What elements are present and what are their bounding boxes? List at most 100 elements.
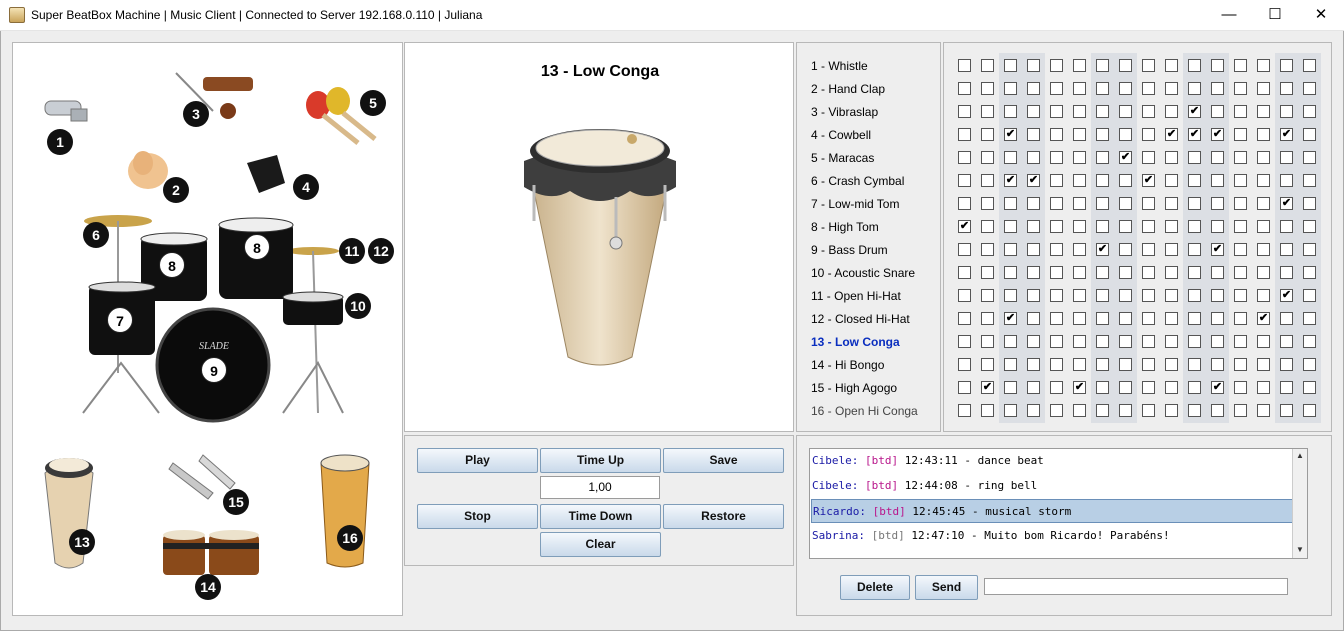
marker-6[interactable]: 6 <box>83 222 109 248</box>
beat-checkbox[interactable] <box>1004 335 1017 348</box>
marker-15[interactable]: 15 <box>223 489 249 515</box>
beat-checkbox[interactable] <box>1142 358 1155 371</box>
beat-checkbox[interactable] <box>1211 404 1224 417</box>
beat-checkbox[interactable] <box>1234 174 1247 187</box>
beat-checkbox[interactable] <box>1257 404 1270 417</box>
scroll-down-icon[interactable]: ▼ <box>1296 545 1304 554</box>
marker-9[interactable]: 9 <box>201 357 227 383</box>
beat-checkbox[interactable] <box>1234 151 1247 164</box>
beat-checkbox[interactable] <box>1280 404 1293 417</box>
beat-checkbox[interactable] <box>1096 151 1109 164</box>
delete-button[interactable]: Delete <box>840 575 910 600</box>
chat-message[interactable]: Ricardo: [btd] 12:45:45 - musical storm <box>811 499 1305 523</box>
beat-checkbox[interactable] <box>1211 266 1224 279</box>
marker-14[interactable]: 14 <box>195 574 221 600</box>
beat-checkbox[interactable] <box>1257 151 1270 164</box>
beat-checkbox[interactable] <box>1303 59 1316 72</box>
beat-checkbox[interactable] <box>1257 289 1270 302</box>
beat-checkbox[interactable]: ✔ <box>1188 105 1201 118</box>
beat-checkbox[interactable] <box>1188 220 1201 233</box>
instrument-name-7[interactable]: 7 - Low-mid Tom <box>811 197 899 211</box>
beat-checkbox[interactable] <box>1165 220 1178 233</box>
beat-checkbox[interactable] <box>1303 266 1316 279</box>
beat-checkbox[interactable] <box>1027 105 1040 118</box>
beat-checkbox[interactable] <box>1096 335 1109 348</box>
save-button[interactable]: Save <box>663 448 784 473</box>
beat-checkbox[interactable] <box>1165 289 1178 302</box>
scrollbar[interactable]: ▲ ▼ <box>1292 449 1307 558</box>
beat-checkbox[interactable] <box>1004 105 1017 118</box>
beat-checkbox[interactable] <box>1211 174 1224 187</box>
beat-checkbox[interactable] <box>1280 358 1293 371</box>
beat-checkbox[interactable] <box>1027 358 1040 371</box>
beat-checkbox[interactable] <box>1073 289 1086 302</box>
beat-checkbox[interactable] <box>1119 266 1132 279</box>
beat-checkbox[interactable] <box>1096 197 1109 210</box>
beat-checkbox[interactable]: ✔ <box>1096 243 1109 256</box>
beat-checkbox[interactable] <box>1188 358 1201 371</box>
beat-checkbox[interactable] <box>1027 220 1040 233</box>
beat-checkbox[interactable] <box>1234 243 1247 256</box>
beat-checkbox[interactable] <box>1234 335 1247 348</box>
beat-checkbox[interactable] <box>1303 289 1316 302</box>
beat-checkbox[interactable] <box>1050 197 1063 210</box>
marker-11[interactable]: 11 <box>339 238 365 264</box>
beat-checkbox[interactable] <box>1073 243 1086 256</box>
message-input[interactable] <box>984 578 1288 595</box>
beat-checkbox[interactable] <box>1027 59 1040 72</box>
beat-checkbox[interactable] <box>1211 151 1224 164</box>
beat-checkbox[interactable] <box>958 312 971 325</box>
beat-checkbox[interactable] <box>1257 59 1270 72</box>
instrument-name-14[interactable]: 14 - Hi Bongo <box>811 358 884 372</box>
beat-checkbox[interactable] <box>1004 82 1017 95</box>
beat-checkbox[interactable]: ✔ <box>1004 174 1017 187</box>
beat-checkbox[interactable] <box>1050 243 1063 256</box>
beat-checkbox[interactable] <box>1303 243 1316 256</box>
beat-checkbox[interactable] <box>1073 266 1086 279</box>
beat-checkbox[interactable] <box>958 82 971 95</box>
clear-button[interactable]: Clear <box>540 532 661 557</box>
beat-checkbox[interactable] <box>1119 312 1132 325</box>
beat-checkbox[interactable] <box>1188 197 1201 210</box>
beat-checkbox[interactable] <box>1050 151 1063 164</box>
beat-checkbox[interactable] <box>1142 151 1155 164</box>
marker-5[interactable]: 5 <box>360 90 386 116</box>
beat-checkbox[interactable] <box>1073 197 1086 210</box>
beat-checkbox[interactable] <box>1165 312 1178 325</box>
beat-checkbox[interactable] <box>1073 174 1086 187</box>
beat-checkbox[interactable] <box>958 59 971 72</box>
beat-checkbox[interactable]: ✔ <box>1142 174 1155 187</box>
beat-checkbox[interactable] <box>1303 312 1316 325</box>
beat-checkbox[interactable] <box>1280 105 1293 118</box>
beat-checkbox[interactable] <box>1188 59 1201 72</box>
beat-checkbox[interactable] <box>1119 59 1132 72</box>
beat-checkbox[interactable] <box>1073 312 1086 325</box>
beat-checkbox[interactable] <box>1188 312 1201 325</box>
beat-checkbox[interactable] <box>1119 197 1132 210</box>
beat-checkbox[interactable] <box>1234 266 1247 279</box>
beat-checkbox[interactable] <box>1096 174 1109 187</box>
chat-message[interactable]: Sabrina: [btd] 12:47:10 - Muito bom Rica… <box>811 524 1305 548</box>
beat-checkbox[interactable] <box>1142 404 1155 417</box>
marker-16[interactable]: 16 <box>337 525 363 551</box>
beat-checkbox[interactable]: ✔ <box>981 381 994 394</box>
restore-button[interactable]: Restore <box>663 504 784 529</box>
beat-checkbox[interactable] <box>1257 220 1270 233</box>
marker-8b[interactable]: 8 <box>244 234 270 260</box>
beat-checkbox[interactable] <box>1096 358 1109 371</box>
beat-checkbox[interactable] <box>958 151 971 164</box>
instrument-name-1[interactable]: 1 - Whistle <box>811 59 868 73</box>
beat-checkbox[interactable] <box>1119 220 1132 233</box>
marker-12[interactable]: 12 <box>368 238 394 264</box>
instrument-name-10[interactable]: 10 - Acoustic Snare <box>811 266 915 280</box>
beat-checkbox[interactable]: ✔ <box>1280 197 1293 210</box>
beat-checkbox[interactable] <box>1211 335 1224 348</box>
beat-checkbox[interactable] <box>958 243 971 256</box>
beat-checkbox[interactable] <box>958 197 971 210</box>
beat-checkbox[interactable] <box>958 404 971 417</box>
beat-checkbox[interactable] <box>1257 174 1270 187</box>
marker-1[interactable]: 1 <box>47 129 73 155</box>
marker-10[interactable]: 10 <box>345 293 371 319</box>
chat-message[interactable]: Cibele: [btd] 12:43:11 - dance beat <box>811 449 1305 473</box>
beat-checkbox[interactable] <box>1303 220 1316 233</box>
